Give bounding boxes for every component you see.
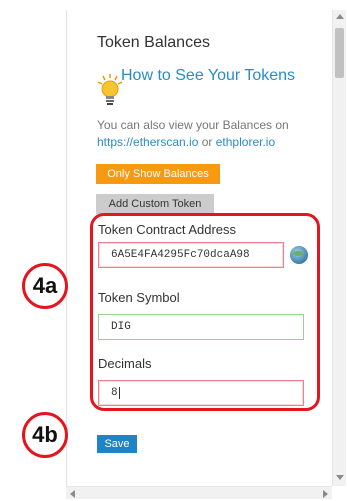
only-show-balances-button[interactable]: Only Show Balances xyxy=(96,164,220,184)
balance-help-text: You can also view your Balances on https… xyxy=(97,117,323,151)
ethplorer-link[interactable]: ethplorer.io xyxy=(216,135,275,149)
scroll-up-icon[interactable] xyxy=(336,14,344,19)
callout-4a: 4a xyxy=(22,263,68,309)
help-text-connector: or xyxy=(201,135,213,149)
scroll-right-icon[interactable] xyxy=(323,490,328,498)
vertical-scrollbar[interactable] xyxy=(332,10,346,486)
scroll-left-icon[interactable] xyxy=(70,490,75,498)
help-text-prefix: You can also view your Balances on xyxy=(97,118,289,132)
etherscan-link[interactable]: https://etherscan.io xyxy=(97,135,198,149)
panel-title: Token Balances xyxy=(97,34,210,51)
add-custom-token-button[interactable]: Add Custom Token xyxy=(96,194,214,214)
save-button[interactable]: Save xyxy=(97,435,137,453)
annotation-highlight-box xyxy=(90,213,320,411)
scroll-thumb[interactable] xyxy=(335,28,344,78)
how-to-see-tokens-link[interactable]: How to See Your Tokens xyxy=(121,66,321,85)
screenshot-canvas: Token Balances How to See Your Tokens Yo… xyxy=(0,0,347,501)
scroll-down-icon[interactable] xyxy=(336,475,344,480)
horizontal-scrollbar[interactable] xyxy=(66,486,332,499)
callout-4b: 4b xyxy=(22,412,68,458)
